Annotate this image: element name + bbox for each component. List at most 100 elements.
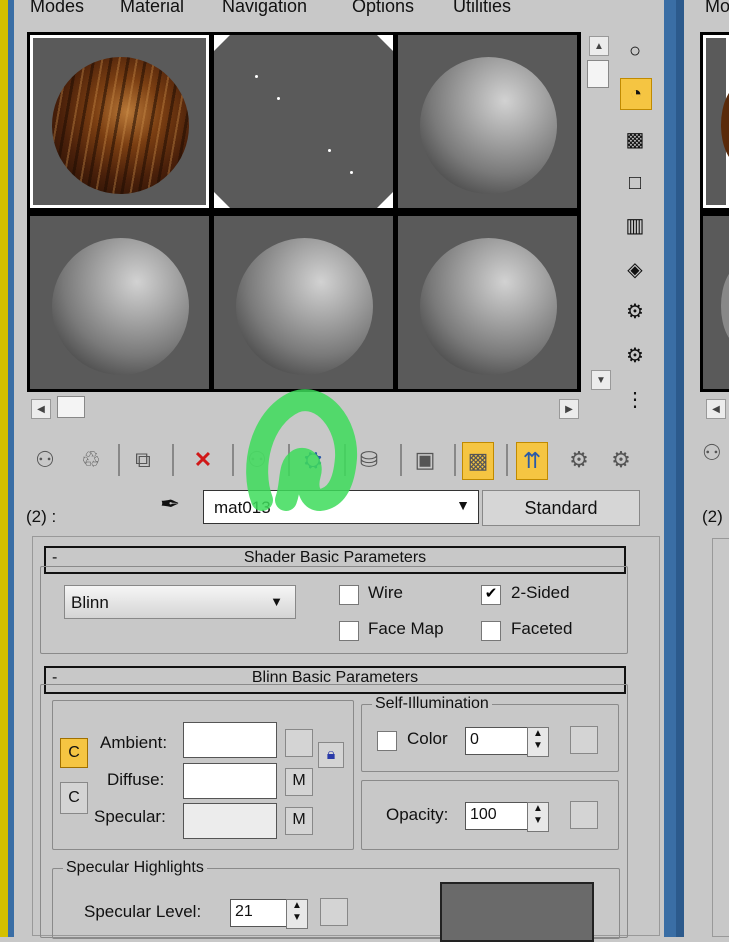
scroll-up-button[interactable]: ▲ — [589, 36, 609, 56]
opacity-map-button[interactable] — [570, 801, 598, 829]
second-sample-slot[interactable] — [703, 35, 729, 208]
toolbar-separator — [232, 444, 234, 476]
self-illum-spinner[interactable]: ▲ ▼ — [527, 727, 549, 757]
ambient-color-swatch[interactable] — [183, 722, 277, 758]
background-checker-icon[interactable]: ▩ — [620, 124, 650, 154]
particle-dot — [328, 149, 331, 152]
diffuse-map-button[interactable]: M — [285, 768, 313, 796]
highlight-curve-graph — [440, 882, 594, 942]
chevron-down-icon: ▼ — [270, 594, 283, 609]
green-highlight-annotation — [246, 389, 358, 511]
menu-material[interactable]: Material — [120, 0, 184, 17]
faceted-checkbox[interactable] — [481, 621, 501, 641]
specular-label: Specular: — [94, 807, 166, 826]
shader-type-value: Blinn — [71, 593, 109, 612]
specular-level-spinner[interactable]: ▲ ▼ — [286, 899, 308, 929]
menu-modes-partial[interactable]: Mo — [705, 0, 729, 17]
sample-slots-grid — [27, 32, 581, 392]
menu-options[interactable]: Options — [352, 0, 414, 17]
toolbar-separator — [454, 444, 456, 476]
self-illum-color-label: Color — [407, 729, 448, 748]
diffuse-color-swatch[interactable] — [183, 763, 277, 799]
face-map-label: Face Map — [368, 619, 444, 638]
specular-map-button[interactable]: M — [285, 807, 313, 835]
put-to-scene-icon[interactable]: ♲ — [74, 440, 108, 480]
second-sample-slot[interactable] — [703, 216, 729, 389]
active-slot-label: (2) : — [26, 507, 57, 526]
second-scroll-left-button[interactable]: ◀ — [706, 399, 726, 419]
second-slots-grid — [700, 32, 729, 392]
wire-checkbox[interactable] — [339, 585, 359, 605]
assign-to-selection-icon[interactable]: ⧉ — [126, 440, 160, 480]
go-forward-sibling-icon[interactable]: ⚙ — [562, 440, 596, 480]
get-material-icon[interactable]: ⚇ — [28, 440, 62, 480]
two-sided-label: 2-Sided — [511, 583, 570, 602]
menu-modes[interactable]: Modes — [30, 0, 84, 17]
hot-material-corner — [377, 192, 393, 208]
specular-level-map-button[interactable] — [320, 898, 348, 926]
select-by-material-icon[interactable]: ⚙ — [620, 340, 650, 370]
material-map-navigator-icon[interactable]: ⋮ — [620, 384, 650, 414]
particle-dot — [255, 75, 258, 78]
backlight-icon[interactable]: ◔ — [620, 78, 652, 110]
shader-type-dropdown[interactable]: Blinn ▼ — [64, 585, 296, 619]
wood-material-sphere — [52, 57, 189, 194]
sample-slot-4[interactable] — [30, 216, 209, 389]
go-forward-sibling-2-icon[interactable]: ⚙ — [604, 440, 638, 480]
go-to-parent-icon[interactable]: ⇈ — [516, 442, 548, 480]
hot-material-corner — [377, 35, 393, 51]
slots-hscroll-thumb[interactable] — [57, 396, 85, 418]
default-material-sphere — [236, 238, 373, 375]
options-icon[interactable]: ⚙ — [620, 296, 650, 326]
second-rollouts-container — [712, 538, 729, 937]
opacity-value-field[interactable]: 100 — [465, 802, 529, 830]
hot-material-corner — [214, 192, 230, 208]
scroll-right-button[interactable]: ▶ — [559, 399, 579, 419]
slots-scroll-thumb[interactable] — [587, 60, 609, 88]
specular-highlights-title: Specular Highlights — [63, 859, 207, 877]
sample-slot-5[interactable] — [214, 216, 393, 389]
sample-slot-2[interactable] — [214, 35, 393, 208]
scroll-left-button[interactable]: ◀ — [31, 399, 51, 419]
wood-material-sphere — [721, 85, 729, 165]
self-illum-value-field[interactable]: 0 — [465, 727, 529, 755]
lock-icon[interactable]: 🔒︎ — [318, 742, 344, 768]
eyedropper-icon[interactable]: ✒ — [160, 490, 194, 524]
specular-level-label: Specular Level: — [84, 902, 202, 921]
uv-tiling-icon[interactable]: □ — [620, 168, 650, 198]
toolbar-separator — [118, 444, 120, 476]
sample-type-sphere-icon[interactable]: ○ — [620, 36, 650, 66]
hot-material-corner — [214, 35, 230, 51]
second-get-material-icon[interactable]: ⚇ — [702, 440, 729, 480]
toolbar-separator — [400, 444, 402, 476]
specular-color-swatch[interactable] — [183, 803, 277, 839]
two-sided-checkbox[interactable]: ✔ — [481, 585, 501, 605]
diffuse-label: Diffuse: — [107, 770, 165, 789]
show-end-result-icon[interactable]: ▩ — [462, 442, 494, 480]
show-in-viewport-icon[interactable]: ▣ — [408, 440, 442, 480]
self-illum-map-button[interactable] — [570, 726, 598, 754]
sample-slot-6[interactable] — [398, 216, 577, 389]
sample-slot-3[interactable] — [398, 35, 577, 208]
specular-level-field[interactable]: 21 — [230, 899, 288, 927]
material-type-button[interactable]: Standard — [482, 490, 640, 526]
reset-map-icon[interactable]: ✕ — [186, 440, 220, 480]
ambient-map-button[interactable] — [285, 729, 313, 757]
default-material-sphere — [420, 57, 557, 194]
opacity-spinner[interactable]: ▲ ▼ — [527, 802, 549, 832]
ambient-diffuse-lock-button[interactable]: C — [60, 738, 88, 768]
scroll-down-button[interactable]: ▼ — [591, 370, 611, 390]
particle-dot — [277, 97, 280, 100]
menu-navigation[interactable]: Navigation — [222, 0, 307, 17]
face-map-checkbox[interactable] — [339, 621, 359, 641]
particle-dot — [350, 171, 353, 174]
video-color-check-icon[interactable]: ▥ — [620, 210, 650, 240]
self-illum-color-checkbox[interactable] — [377, 731, 397, 751]
chevron-down-icon: ▼ — [456, 497, 470, 513]
wire-label: Wire — [368, 583, 403, 602]
make-preview-icon[interactable]: ◈ — [620, 254, 650, 284]
sample-slot-1[interactable] — [30, 35, 209, 208]
default-material-sphere — [721, 266, 729, 346]
menu-utilities[interactable]: Utilities — [453, 0, 511, 17]
diffuse-specular-lock-button[interactable]: C — [60, 782, 88, 814]
